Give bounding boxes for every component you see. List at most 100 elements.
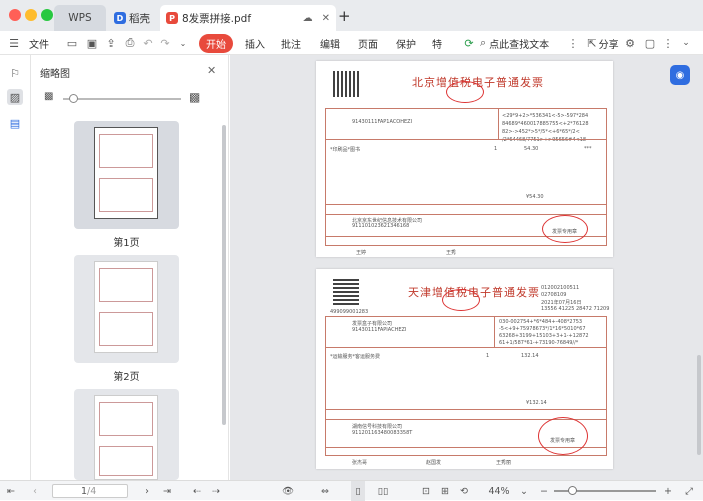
large-thumbnail-icon[interactable]: ▩ — [189, 90, 200, 104]
next-page-icon[interactable]: › — [140, 481, 154, 501]
left-sidebar: ⚐ ▨ ▤ — [0, 55, 31, 480]
annotation-list-icon[interactable]: ▤ — [7, 115, 23, 131]
tab-docer[interactable]: D 稻壳 — [108, 5, 156, 31]
tab-annotate[interactable]: 批注 — [278, 31, 304, 55]
zoom-slider-handle[interactable] — [568, 486, 577, 495]
zoom-out-icon[interactable]: − — [538, 481, 550, 501]
small-thumbnail-icon[interactable]: ▩ — [44, 91, 53, 102]
seller-stamp-text: 发票专用章 — [550, 438, 576, 444]
thumbnail-page-2[interactable] — [74, 255, 179, 363]
docer-icon: D — [114, 12, 126, 24]
forward-icon[interactable]: ⇢ — [209, 481, 223, 501]
bookmark-icon[interactable]: ⚐ — [7, 65, 23, 81]
collapse-ribbon-icon[interactable]: ⌄ — [680, 31, 692, 55]
close-panel-icon[interactable]: ✕ — [207, 64, 216, 77]
share-button[interactable]: ⇱ 分享 — [584, 31, 622, 55]
open-folder-icon[interactable]: ▭ — [64, 31, 80, 55]
buyer-name: 发票盒子有限公司 — [352, 321, 393, 327]
thumbnail-image — [94, 261, 158, 353]
seller-stamp-text: 发票专用章 — [552, 229, 578, 235]
thumbnail-image — [94, 395, 158, 480]
undo-icon[interactable]: ↶ — [141, 31, 155, 55]
tab-wps[interactable]: WPS — [54, 5, 106, 31]
invoice-number: 02708109 — [541, 292, 567, 298]
menu-icon[interactable]: ☰ — [6, 31, 22, 55]
pdf-page-2: 天津增值税电子普通发票 012002100511 02708109 2021年0… — [316, 269, 613, 469]
actual-size-icon[interactable]: ⊡ — [419, 481, 433, 501]
cipher-line: 61+1/587*61-+73190-76849//* — [499, 340, 579, 346]
search-icon: ⌕ — [480, 36, 487, 49]
chevron-down-icon[interactable]: ⌄ — [177, 31, 189, 55]
tab-page[interactable]: 页面 — [355, 31, 381, 55]
item-qty: 1 — [494, 146, 498, 152]
tax-bureau-seal — [446, 81, 484, 103]
thumbnail-page-3[interactable] — [74, 389, 179, 480]
file-menu[interactable]: 文件 — [26, 31, 52, 55]
tab-pdf-document[interactable]: P 8发票拼接.pdf ☁ ✕ — [160, 5, 336, 31]
first-page-icon[interactable]: ⇤ — [4, 481, 18, 501]
tab-special[interactable]: 特 — [430, 31, 444, 55]
payee: 张杰哥 — [352, 460, 368, 466]
tab-start[interactable]: 开始 — [198, 31, 234, 55]
double-page-icon[interactable]: ▯▯ — [376, 481, 390, 501]
tab-insert[interactable]: 插入 — [242, 31, 268, 55]
document-scrollbar[interactable] — [697, 355, 701, 455]
share-icon: ⇱ — [587, 36, 597, 50]
qr-code — [333, 279, 359, 305]
item-amount: 132.14 — [521, 353, 539, 359]
thumbnail-label-2: 第2页 — [113, 372, 140, 383]
zoom-level[interactable]: 44% — [484, 481, 514, 501]
fit-page-icon[interactable]: ⊞ — [438, 481, 452, 501]
thumbnail-panel: 缩略图 ✕ ▩ ▩ 第1页 第2页 — [31, 55, 229, 480]
pdf-page-1: 北京增值税电子普通发票 <29*9+2>*536341<-5>-597*284 … — [316, 61, 613, 257]
more-dots-icon[interactable]: ⋮ — [662, 31, 674, 55]
page-number-field[interactable]: 1/4 — [52, 484, 128, 498]
zoom-dropdown-icon[interactable]: ⌄ — [518, 481, 530, 501]
buyer-id: 91430111FAP1ACOHEZI — [352, 119, 413, 125]
sync-icon[interactable]: ⟳ — [462, 31, 476, 55]
prev-page-icon[interactable]: ‹ — [28, 481, 42, 501]
thumbnail-image — [94, 127, 158, 219]
total-amount: ¥54.30 — [526, 194, 544, 200]
zoom-in-icon[interactable]: + — [662, 481, 674, 501]
print-icon[interactable]: ⎙ — [122, 31, 138, 55]
last-page-icon[interactable]: ⇥ — [160, 481, 174, 501]
minimize-window-button[interactable] — [25, 9, 37, 21]
thumbnail-page-1[interactable] — [74, 121, 179, 229]
comment-icon[interactable]: ▢ — [643, 31, 657, 55]
save-icon[interactable]: ▣ — [84, 31, 100, 55]
find-text-button[interactable]: ⌕ 点此查找文本 — [480, 31, 552, 55]
cloud-icon[interactable]: ☁ — [303, 13, 313, 24]
tax-bureau-seal — [442, 289, 480, 311]
more-icon[interactable]: ⋮ — [566, 31, 580, 55]
eye-reading-mode-icon[interactable]: 👁 — [278, 481, 298, 501]
seller-id: 911201163480083358T — [352, 430, 413, 436]
redo-icon[interactable]: ↷ — [158, 31, 172, 55]
export-icon[interactable]: ⇪ — [103, 31, 119, 55]
new-tab-button[interactable]: + — [338, 7, 351, 25]
tab-edit[interactable]: 编辑 — [317, 31, 343, 55]
invoice-date: 2021年07月16日 — [541, 300, 582, 306]
settings-gear-icon[interactable]: ⚙ — [623, 31, 637, 55]
zoom-slider[interactable] — [554, 486, 656, 495]
maximize-window-button[interactable] — [41, 9, 53, 21]
slider-handle[interactable] — [69, 94, 78, 103]
panel-scrollbar[interactable] — [222, 125, 226, 425]
seller-id: 911101023621346168 — [352, 223, 410, 229]
assistant-float-icon[interactable]: ◉ — [670, 65, 690, 85]
title-bar: WPS D 稻壳 P 8发票拼接.pdf ☁ ✕ + — [0, 0, 703, 31]
single-page-icon[interactable]: ▯ — [351, 481, 365, 501]
back-icon[interactable]: ⇠ — [190, 481, 204, 501]
payee: 王婷 — [356, 250, 367, 256]
qr-code — [333, 71, 359, 97]
thumbnail-size-slider[interactable] — [63, 94, 181, 103]
rotate-icon[interactable]: ⟲ — [457, 481, 471, 501]
total-amount: ¥132.14 — [526, 400, 547, 406]
fit-width-icon[interactable]: ⇔ — [318, 481, 332, 501]
thumbnail-panel-icon[interactable]: ▨ — [7, 89, 23, 105]
close-tab-icon[interactable]: ✕ — [322, 13, 330, 24]
buyer-id: 91430111FAPIACHEZI — [352, 327, 407, 333]
close-window-button[interactable] — [9, 9, 21, 21]
tab-protect[interactable]: 保护 — [393, 31, 419, 55]
fullscreen-icon[interactable]: ⤢ — [682, 481, 696, 501]
